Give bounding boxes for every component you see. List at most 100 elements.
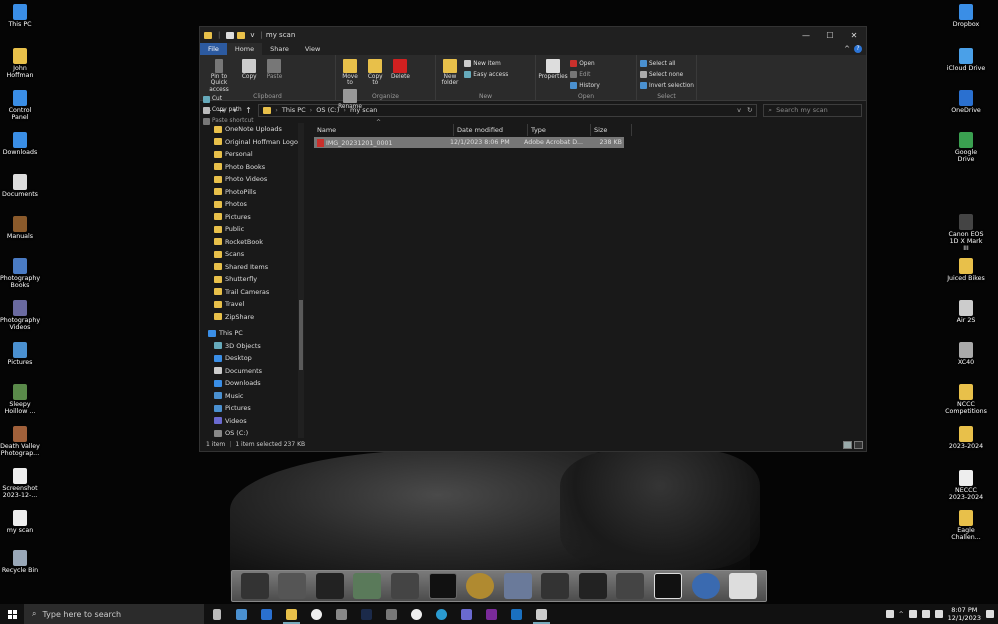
title-bar[interactable]: | v | my scan — ☐ ✕	[200, 27, 866, 43]
dock-drone-icon[interactable]	[541, 573, 570, 599]
help-icon[interactable]: ?	[854, 45, 862, 53]
taskbar-calculator[interactable]	[229, 604, 254, 624]
desktop-icon-eagle-challen[interactable]: Eagle Challen...	[946, 510, 986, 541]
nav-folder-pictures[interactable]: Pictures	[200, 211, 304, 224]
properties-icon[interactable]	[226, 31, 235, 39]
new-item-button[interactable]: New item	[464, 59, 508, 68]
desktop-icon-john-hoffman[interactable]: John Hoffman	[0, 48, 40, 79]
dock-globe-icon[interactable]	[691, 573, 720, 599]
maximize-button[interactable]: ☐	[818, 27, 842, 43]
address-dropdown-icon[interactable]: v	[737, 106, 741, 114]
nav-folder-trail-cameras[interactable]: Trail Cameras	[200, 286, 304, 299]
taskbar-itunes[interactable]	[404, 604, 429, 624]
nav-pc-downloads[interactable]: Downloads	[200, 377, 304, 390]
breadcrumb-this-pc[interactable]: This PC	[282, 106, 306, 114]
taskbar-app-purple[interactable]	[454, 604, 479, 624]
dock-help-icon[interactable]	[729, 573, 758, 599]
dock-monitor-icon[interactable]	[428, 573, 457, 599]
open-button[interactable]: Open	[570, 59, 600, 68]
nav-folder-photos[interactable]: Photos	[200, 198, 304, 211]
breadcrumb-os-c[interactable]: OS (C:)	[316, 106, 339, 114]
desktop-icon-juiced-bikes[interactable]: Juiced Bikes	[946, 258, 986, 282]
dock-card-reader-icon[interactable]	[391, 573, 420, 599]
collapse-ribbon-icon[interactable]: ^	[844, 45, 850, 53]
nav-folder-personal[interactable]: Personal	[200, 148, 304, 161]
desktop-icon-downloads[interactable]: Downloads	[0, 132, 40, 156]
dock-landscape-icon[interactable]	[503, 573, 532, 599]
scroll-thumb[interactable]	[299, 300, 303, 370]
copy-button[interactable]: Copy	[238, 57, 260, 80]
desktop-icon-documents[interactable]: Documents	[0, 174, 40, 198]
dock-photo-stack-icon[interactable]	[353, 573, 382, 599]
network-icon[interactable]	[921, 610, 930, 618]
nav-pc-pictures[interactable]: Pictures	[200, 402, 304, 415]
tab-file[interactable]: File	[200, 43, 227, 55]
taskbar-app-mail[interactable]	[329, 604, 354, 624]
desktop-icon-icloud-drive[interactable]: iCloud Drive	[946, 48, 986, 72]
refresh-icon[interactable]: ↻	[747, 106, 752, 114]
nav-pc-3d-objects[interactable]: 3D Objects	[200, 340, 304, 353]
nav-folder-scans[interactable]: Scans	[200, 248, 304, 261]
desktop-icon-screenshot-2023-12[interactable]: Screenshot 2023-12-...	[0, 468, 40, 499]
desktop-icon-dropbox[interactable]: Dropbox	[946, 4, 986, 28]
taskbar-file-explorer[interactable]	[279, 604, 304, 624]
edit-button[interactable]: Edit	[570, 70, 600, 79]
minimize-button[interactable]: —	[794, 27, 818, 43]
taskbar-search[interactable]: ⌕ Type here to search	[24, 604, 204, 624]
dock-sign-icon[interactable]	[653, 573, 682, 599]
desktop-icon-manuals[interactable]: Manuals	[0, 216, 40, 240]
desktop-icon-death-valley-photograp[interactable]: Death Valley Photograp...	[0, 426, 40, 457]
notification-icon[interactable]	[986, 610, 994, 618]
taskbar-edge[interactable]	[429, 604, 454, 624]
nav-pc-desktop[interactable]: Desktop	[200, 352, 304, 365]
pin-quick-access-button[interactable]: Pin to Quick access	[203, 57, 235, 93]
desktop-icon-pictures[interactable]: Pictures	[0, 342, 40, 366]
nav-folder-shared-items[interactable]: Shared Items	[200, 261, 304, 274]
show-hidden-icons-chevron-icon[interactable]: ^	[899, 611, 904, 618]
tab-view[interactable]: View	[297, 43, 328, 55]
copy-to-button[interactable]: Copy to	[364, 57, 386, 87]
desktop-icon-photography-books[interactable]: Photography Books	[0, 258, 40, 289]
large-icons-view-button[interactable]	[854, 440, 863, 449]
nav-folder-photo-videos[interactable]: Photo Videos	[200, 173, 304, 186]
nav-this-pc[interactable]: This PC	[200, 327, 304, 340]
desktop-icon-my-scan[interactable]: my scan	[0, 510, 40, 534]
dock-camera2-icon[interactable]	[278, 573, 307, 599]
invert-selection-button[interactable]: Invert selection	[640, 81, 694, 90]
desktop-icon-photography-videos[interactable]: Photography Videos	[0, 300, 40, 331]
taskbar-app-scan[interactable]	[529, 604, 554, 624]
desktop-icon-onedrive[interactable]: OneDrive	[946, 90, 986, 114]
desktop-icon-xc40[interactable]: XC40	[946, 342, 986, 366]
nav-pc-videos[interactable]: Videos	[200, 415, 304, 428]
desktop-icon-google-drive[interactable]: Google Drive	[946, 132, 986, 163]
column-size[interactable]: Size	[591, 124, 632, 136]
desktop-icon-recycle-bin[interactable]: Recycle Bin	[0, 550, 40, 574]
task-view-button[interactable]	[204, 604, 229, 624]
desktop-icon-nccc-competitions[interactable]: NCCC Competitions	[945, 384, 987, 415]
paste-button[interactable]: Paste	[263, 57, 285, 80]
taskbar-app-blue[interactable]	[254, 604, 279, 624]
taskbar-app-gear[interactable]	[379, 604, 404, 624]
cloud-icon[interactable]	[908, 610, 917, 618]
nav-folder-zipshare[interactable]: ZipShare	[200, 311, 304, 324]
keyboard-icon[interactable]	[885, 610, 894, 618]
move-to-button[interactable]: Move to	[339, 57, 361, 87]
properties-button[interactable]: Properties	[538, 57, 568, 80]
nav-pc-documents[interactable]: Documents	[200, 365, 304, 378]
details-view-button[interactable]	[843, 440, 852, 449]
volume-icon[interactable]	[934, 610, 943, 618]
column-name[interactable]: Name ^	[314, 119, 454, 136]
desktop-icon-air-2s[interactable]: Air 2S	[946, 300, 986, 324]
address-bar[interactable]: › This PC › OS (C:) › my scan v ↻	[258, 103, 758, 117]
nav-folder-photo-books[interactable]: Photo Books	[200, 161, 304, 174]
history-button[interactable]: History	[570, 81, 600, 90]
desktop-icon-this-pc[interactable]: This PC	[0, 4, 40, 28]
nav-folder-original-hoffman-logos[interactable]: Original Hoffman Logos	[200, 136, 304, 149]
nav-pc-music[interactable]: Music	[200, 390, 304, 403]
new-folder-icon[interactable]	[237, 31, 246, 39]
column-date-modified[interactable]: Date modified	[454, 124, 528, 136]
dock-lock-icon[interactable]	[616, 573, 645, 599]
file-row[interactable]: IMG_20231201_0001 12/1/2023 8:06 PM Adobe …	[314, 137, 624, 148]
dock-film-reel-icon[interactable]	[466, 573, 495, 599]
desktop-icon-control-panel[interactable]: Control Panel	[0, 90, 40, 121]
